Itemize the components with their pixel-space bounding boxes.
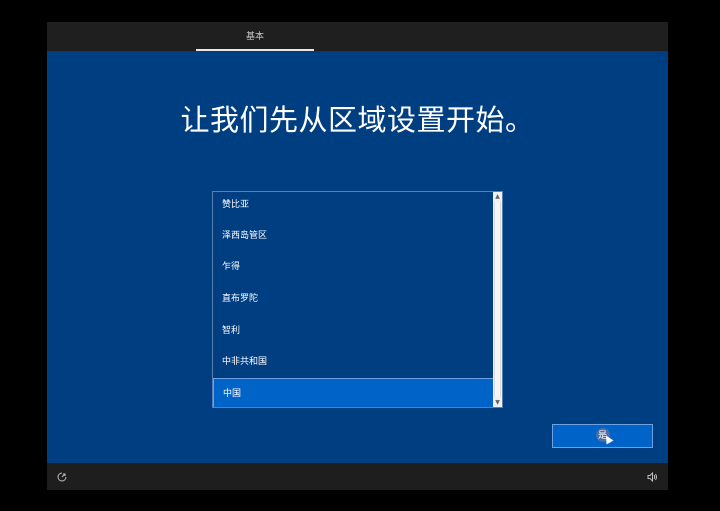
list-item-china[interactable]: 中国 <box>213 378 495 407</box>
list-item-chile[interactable]: 智利 <box>213 316 495 347</box>
list-item-chad[interactable]: 乍得 <box>213 252 495 283</box>
list-item-jersey[interactable]: 泽西岛管区 <box>213 221 495 252</box>
top-bar: 基本 <box>47 22 668 51</box>
accessibility-icon[interactable] <box>57 472 67 482</box>
tab-basic[interactable]: 基本 <box>196 22 314 51</box>
volume-icon[interactable] <box>647 472 658 482</box>
main-panel: 让我们先从区域设置开始。 赞比亚 泽西岛管区 乍得 直布罗陀 智利 中非共和国 … <box>47 51 668 463</box>
list-item-gibraltar[interactable]: 直布罗陀 <box>213 284 495 315</box>
region-list[interactable]: 赞比亚 泽西岛管区 乍得 直布罗陀 智利 中非共和国 中国 ▲ ▼ <box>212 191 503 408</box>
oobe-window: 基本 让我们先从区域设置开始。 赞比亚 泽西岛管区 乍得 直布罗陀 智利 中非共… <box>47 22 668 490</box>
scroll-down-icon[interactable]: ▼ <box>493 398 502 407</box>
list-scrollbar[interactable]: ▲ ▼ <box>493 192 502 407</box>
scroll-up-icon[interactable]: ▲ <box>493 192 502 201</box>
scroll-thumb[interactable] <box>494 202 501 397</box>
page-title: 让我们先从区域设置开始。 <box>180 103 535 137</box>
yes-button[interactable]: 是 <box>552 424 653 448</box>
list-item-central-african-republic[interactable]: 中非共和国 <box>213 347 495 378</box>
list-item-zambia[interactable]: 赞比亚 <box>213 192 495 221</box>
mouse-cursor-icon <box>602 433 614 445</box>
bottom-bar <box>47 463 668 490</box>
